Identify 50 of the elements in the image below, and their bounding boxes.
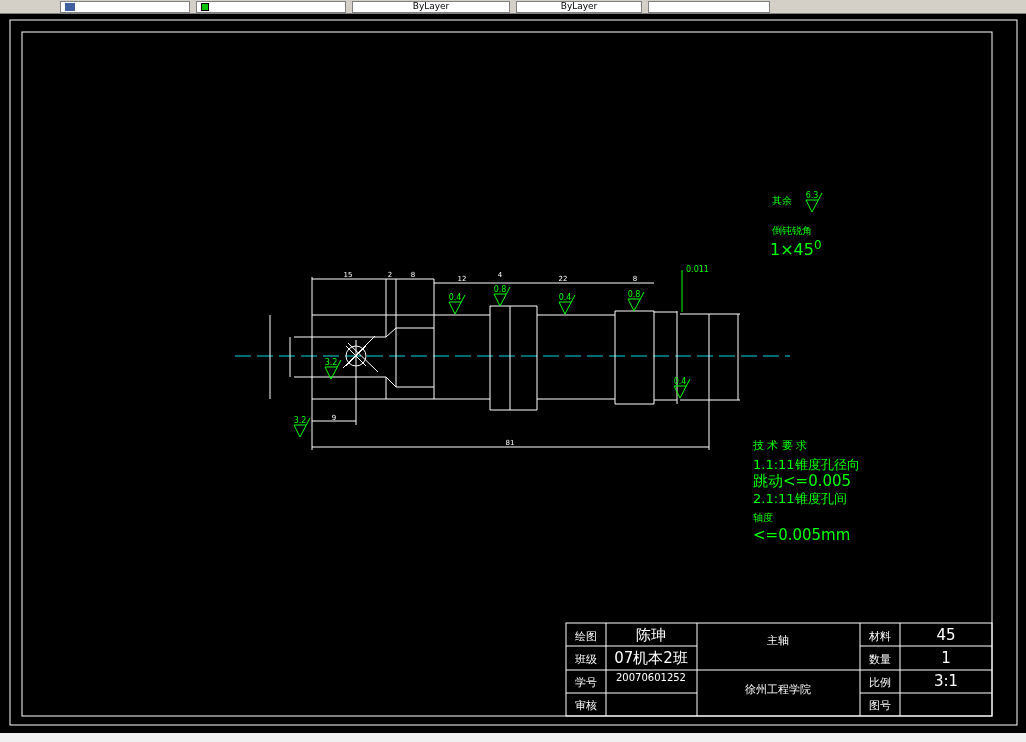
roughness-value: 0.8 [627,290,641,299]
color-swatch-icon [201,2,209,11]
roughness-symbol-icon [293,417,311,438]
tech-requirements-title: 技 术 要 求 [753,439,808,452]
roughness-value: 0.4 [448,293,462,302]
roughness-symbol-icon [324,359,342,380]
tech-requirement-line: 轴度 [753,512,773,523]
roughness-value: 3.2 [324,358,338,367]
layer-icon [65,2,75,11]
title-block-value: 07机本2班 [614,649,688,667]
roughness-symbol-icon [805,192,823,213]
color-dropdown[interactable] [196,0,346,13]
layer-dropdown[interactable] [60,0,190,13]
title-block-value: 陈珅 [636,626,666,644]
note-title: 倒钝锐角 [772,225,812,236]
tech-requirement-line: <=0.005mm [753,526,851,544]
title-block-label: 图号 [869,699,891,712]
title-block-label: 绘图 [575,630,597,643]
title-block-label: 比例 [869,676,891,689]
note-label: 其余 [772,195,792,206]
chamfer-note: 1×45$^{0}$ [770,240,822,259]
roughness-symbol-icon [558,294,576,315]
title-block-label: 班级 [575,653,597,666]
title-block-value: 45 [936,626,956,644]
title-block-value: 3:1 [933,672,959,690]
title-block-value: 主轴 [767,634,789,647]
tech-requirement-line: 2.1:11锥度孔间 [753,491,847,506]
title-block-label: 学号 [575,676,597,689]
tech-requirement-line: 1.1:11锥度孔径向 [753,457,860,472]
roughness-value: 0.4 [558,293,572,302]
lineweight-dropdown[interactable]: ByLayer [516,0,642,13]
roughness-value: 3.2 [293,416,307,425]
title-block-value: 1 [941,649,951,667]
title-block-value: 20070601252 [616,672,686,683]
leader-line [681,269,683,313]
plotstyle-dropdown[interactable] [648,0,770,13]
roughness-value: 0.4 [673,377,687,386]
roughness-value: 0.8 [493,285,507,294]
tech-requirement-line: 跳动<=0.005 [753,472,852,490]
roughness-symbol-icon [448,294,466,315]
title-block-label: 数量 [869,653,891,666]
roughness-symbol-icon [627,291,645,312]
linetype-dropdown[interactable]: ByLayer [352,0,510,13]
roughness-symbol-icon [673,378,691,399]
roughness-symbol-icon [493,286,511,307]
title-block-value: 徐州工程学院 [745,683,811,696]
roughness-value: 6.3 [805,191,819,200]
title-block-label: 审核 [575,699,597,712]
tolerance-value: 0.011 [686,265,709,274]
title-block-label: 材料 [869,630,891,643]
